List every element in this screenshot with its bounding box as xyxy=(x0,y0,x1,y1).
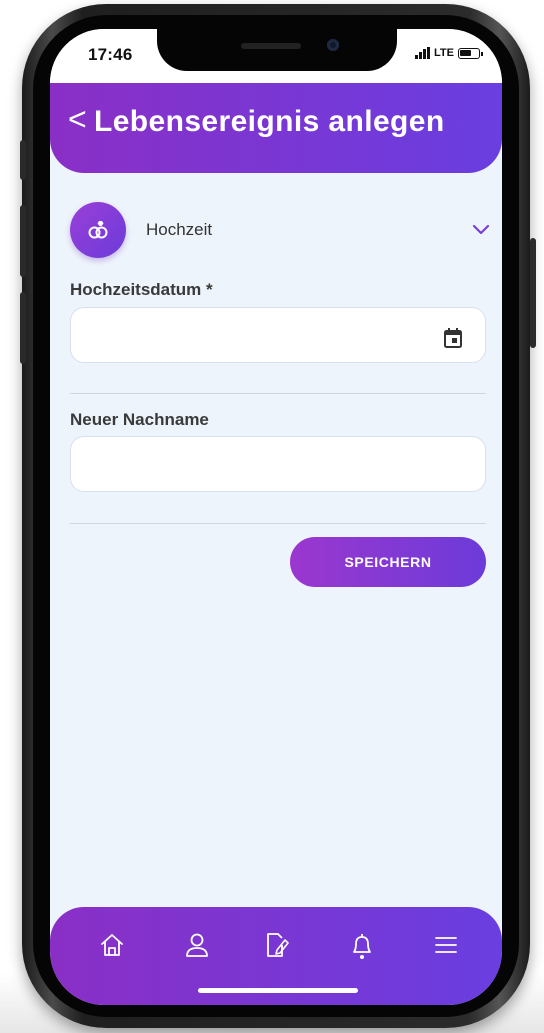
chevron-down-icon[interactable] xyxy=(472,222,490,236)
back-button[interactable]: < xyxy=(68,103,87,135)
status-indicators: LTE xyxy=(415,47,483,59)
mute-switch xyxy=(20,140,26,180)
event-type-dropdown[interactable]: Hochzeit xyxy=(70,202,492,258)
status-time: 17:46 xyxy=(88,45,133,64)
section-divider xyxy=(70,393,486,394)
phone-screen: 17:46 LTE < Lebensereignis anlegen Hochz… xyxy=(50,29,502,1005)
calendar-icon[interactable] xyxy=(443,327,463,349)
rings-icon xyxy=(70,202,126,258)
battery-icon xyxy=(458,47,483,59)
home-indicator xyxy=(198,988,358,993)
menu-icon xyxy=(435,937,457,953)
nav-profile[interactable] xyxy=(177,925,217,965)
signal-icon xyxy=(415,47,431,59)
home-icon xyxy=(101,934,123,956)
wedding-date-label: Hochzeitsdatum * xyxy=(70,280,213,299)
volume-up-button xyxy=(20,205,26,277)
event-type-label: Hochzeit xyxy=(146,220,213,239)
nav-notifications[interactable] xyxy=(342,925,382,965)
section-divider xyxy=(70,523,486,524)
bottom-nav xyxy=(50,907,502,1005)
edit-document-icon xyxy=(267,933,289,957)
nav-documents[interactable] xyxy=(257,925,297,965)
bell-icon xyxy=(353,934,371,959)
new-surname-input[interactable] xyxy=(70,436,486,492)
page-title: Lebensereignis anlegen xyxy=(94,105,445,138)
front-camera xyxy=(327,39,339,51)
network-type: LTE xyxy=(434,47,454,59)
save-button[interactable]: SPEICHERN xyxy=(290,537,486,587)
wedding-date-input[interactable] xyxy=(70,307,486,363)
app-header: < Lebensereignis anlegen xyxy=(50,83,502,173)
power-button xyxy=(530,238,536,348)
notch xyxy=(157,29,397,71)
nav-menu[interactable] xyxy=(426,925,466,965)
new-surname-label: Neuer Nachname xyxy=(70,410,209,429)
volume-down-button xyxy=(20,292,26,364)
speaker-grille xyxy=(241,43,301,49)
user-icon xyxy=(186,933,208,957)
nav-home[interactable] xyxy=(92,925,132,965)
